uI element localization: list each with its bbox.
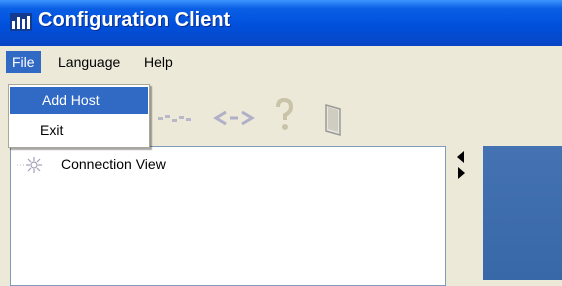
- app-icon: [10, 13, 32, 31]
- menu-item-label: Add Host: [42, 92, 100, 108]
- connect-icon[interactable]: [152, 108, 200, 130]
- connection-tree-panel: Connection View: [10, 146, 446, 286]
- file-menu-dropdown: Add Host Exit: [8, 84, 150, 148]
- menu-language[interactable]: Language: [52, 51, 126, 73]
- window-title: Configuration Client: [38, 9, 231, 31]
- network-icon: [17, 157, 42, 173]
- collapse-left-arrow-icon[interactable]: [456, 151, 466, 163]
- menu-bar: File Language Help: [0, 46, 562, 76]
- help-icon[interactable]: [274, 98, 294, 134]
- menu-item-add-host[interactable]: Add Host: [10, 87, 148, 114]
- expand-right-arrow-icon[interactable]: [456, 167, 466, 179]
- menu-help[interactable]: Help: [138, 51, 179, 73]
- menu-file[interactable]: File: [6, 51, 41, 73]
- menu-item-exit[interactable]: Exit: [10, 117, 148, 144]
- disconnect-icon[interactable]: [212, 106, 256, 130]
- exit-door-icon[interactable]: [322, 103, 344, 137]
- panel-splitter[interactable]: [446, 146, 454, 280]
- title-bar: Configuration Client: [0, 0, 562, 46]
- detail-panel: [483, 146, 562, 280]
- menu-item-label: Exit: [40, 122, 64, 138]
- tree-node-label: Connection View: [61, 156, 166, 172]
